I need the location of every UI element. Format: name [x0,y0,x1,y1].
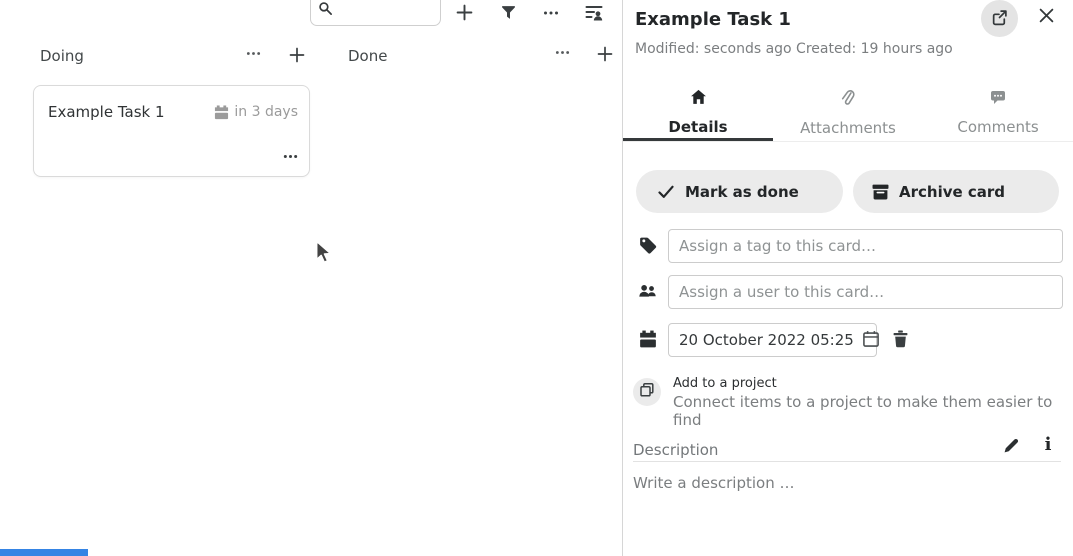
calendar-icon [214,105,229,120]
search-icon [318,1,333,20]
funnel-icon [501,5,516,23]
users-icon [638,283,658,303]
open-in-new-window-button[interactable] [981,0,1018,37]
mouse-cursor [315,241,333,269]
tab-attachments[interactable]: Attachments [773,84,923,141]
card-title: Example Task 1 [48,103,165,121]
assign-tag-input[interactable] [668,229,1063,263]
add-button[interactable] [452,2,476,26]
tab-details[interactable]: Details [623,84,773,141]
paperclip-icon [841,89,855,110]
plus-icon [289,47,305,66]
add-to-project-button[interactable] [633,378,661,406]
archive-icon [872,184,889,200]
more-dots-icon [246,46,261,64]
button-label: Mark as done [685,183,799,201]
tag-icon [639,236,659,256]
due-date-field[interactable]: 20 October 2022 05:25 [668,323,877,357]
panel-tabbar: Details Attachments Comm [623,84,1073,142]
more-dots-icon [543,5,559,24]
kanban-card[interactable]: Example Task 1 in 3 days [33,85,310,177]
more-dots-icon [555,45,570,63]
column-title-done: Done [348,47,387,65]
search-input[interactable] [333,3,434,21]
column-done-add-card-button[interactable] [593,43,617,67]
tab-label: Attachments [800,119,896,137]
due-date-value: 20 October 2022 05:25 [679,331,854,349]
trash-icon [892,330,909,351]
plus-icon [456,4,473,24]
column-done-menu-button[interactable] [550,44,574,64]
archive-card-button[interactable]: Archive card [853,170,1059,213]
panel-title: Example Task 1 [635,9,791,30]
column-title-doing: Doing [40,47,84,65]
button-label: Archive card [899,183,1005,201]
tab-label: Details [668,118,727,136]
add-to-project-title[interactable]: Add to a project [673,376,777,391]
card-due-date: in 3 days [214,104,298,120]
card-due-label: in 3 days [234,104,298,120]
close-icon [1039,8,1054,26]
remove-due-date-button[interactable] [889,329,911,351]
calendar-icon [639,330,659,350]
tab-comments[interactable]: Comments [923,84,1073,141]
filter-button[interactable] [496,2,520,26]
date-picker-button[interactable] [862,330,880,350]
board-menu-button[interactable] [539,2,563,26]
mark-as-done-button[interactable]: Mark as done [636,170,843,213]
list-person-icon [585,4,603,24]
card-menu-button[interactable] [279,150,301,166]
column-doing-menu-button[interactable] [241,45,265,65]
pencil-icon [1003,437,1020,457]
info-icon: i [1045,436,1052,454]
search-box[interactable] [310,0,441,26]
description-label: Description [633,441,718,459]
description-editor[interactable]: Write a description … [633,474,795,492]
home-icon [690,89,707,109]
check-icon [658,185,674,199]
assignee-filter-button[interactable] [582,2,606,26]
app-window: Doing Done Example Task 1 [0,0,1073,556]
assign-user-input[interactable] [668,275,1063,309]
edit-description-button[interactable] [1000,437,1022,457]
panel-meta: Modified: seconds ago Created: 19 hours … [635,41,953,57]
description-info-button[interactable]: i [1039,434,1057,456]
column-doing-add-card-button[interactable] [285,44,309,68]
more-dots-icon [283,149,298,167]
loading-progress-bar [0,549,88,556]
projects-icon [639,382,655,402]
description-divider [633,461,1061,462]
external-link-icon [991,9,1008,29]
calendar-outline-icon [862,330,880,351]
add-to-project-subtitle: Connect items to a project to make them … [673,393,1073,429]
tab-label: Comments [957,118,1038,136]
comment-bubble-icon [990,89,1006,109]
plus-icon [597,46,613,65]
close-panel-button[interactable] [1035,6,1057,28]
